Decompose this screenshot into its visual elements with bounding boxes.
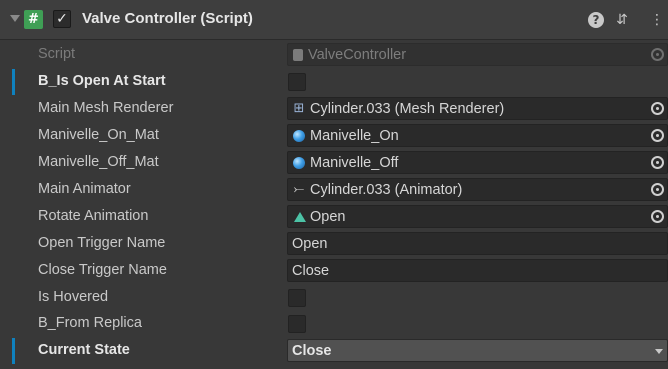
manivelle-off-mat-field[interactable]: Manivelle_Off [287, 151, 668, 174]
b-from-replica-checkbox[interactable] [288, 315, 306, 333]
field-label-open-trigger-name: Open Trigger Name [38, 235, 166, 251]
field-label-main-animator: Main Animator [38, 181, 131, 197]
open-trigger-name-value: Open [292, 236, 328, 252]
script-file-icon [293, 49, 303, 61]
field-label-manivelle-on-mat: Manivelle_On_Mat [38, 127, 159, 143]
override-indicator [12, 69, 15, 95]
object-picker-icon [651, 48, 664, 61]
help-icon[interactable]: ? [588, 12, 604, 28]
object-picker-icon[interactable] [651, 129, 664, 142]
object-picker-icon[interactable] [651, 156, 664, 169]
object-picker-icon[interactable] [651, 102, 664, 115]
field-label-close-trigger-name: Close Trigger Name [38, 262, 167, 278]
field-row-open-trigger-name: Open Trigger Name Open [0, 231, 668, 257]
field-label-main-mesh-renderer: Main Mesh Renderer [38, 100, 174, 116]
current-state-value: Close [292, 343, 332, 359]
animation-clip-icon [294, 212, 306, 222]
b-is-open-at-start-checkbox[interactable] [288, 73, 306, 91]
mesh-renderer-icon: ⊞ [293, 101, 305, 116]
current-state-dropdown[interactable]: Close [287, 339, 668, 362]
presets-icon[interactable]: ⇵ [612, 10, 632, 30]
main-mesh-renderer-field[interactable]: ⊞ Cylinder.033 (Mesh Renderer) [287, 97, 668, 120]
field-label-b-from-replica: B_From Replica [38, 315, 142, 331]
manivelle-on-mat-value: Manivelle_On [310, 128, 399, 144]
main-mesh-renderer-value: Cylinder.033 (Mesh Renderer) [310, 101, 505, 117]
main-animator-value: Cylinder.033 (Animator) [310, 182, 463, 198]
field-row-b-from-replica: B_From Replica [0, 311, 668, 337]
script-field: ValveController [287, 43, 668, 66]
manivelle-off-mat-value: Manivelle_Off [310, 155, 399, 171]
field-row-b-is-open-at-start: B_Is Open At Start [0, 69, 668, 95]
field-label-rotate-animation: Rotate Animation [38, 208, 149, 224]
close-trigger-name-input[interactable]: Close [287, 259, 668, 282]
rotate-animation-value: Open [310, 209, 346, 225]
is-hovered-checkbox[interactable] [288, 289, 306, 307]
animator-icon: ⤚ [293, 182, 305, 197]
field-row-rotate-animation: Rotate Animation Open [0, 204, 668, 230]
object-picker-icon[interactable] [651, 210, 664, 223]
manivelle-on-mat-field[interactable]: Manivelle_On [287, 124, 668, 147]
material-icon [293, 157, 305, 169]
dropdown-arrow-icon [655, 349, 663, 354]
field-row-close-trigger-name: Close Trigger Name Close [0, 258, 668, 284]
field-label-current-state: Current State [38, 342, 130, 358]
field-row-script: Script ValveController [0, 42, 668, 68]
field-row-main-animator: Main Animator ⤚ Cylinder.033 (Animator) [0, 177, 668, 203]
field-row-current-state: Current State Close [0, 338, 668, 364]
open-trigger-name-input[interactable]: Open [287, 232, 668, 255]
override-indicator [12, 338, 15, 364]
close-trigger-name-value: Close [292, 263, 330, 279]
field-row-manivelle-on-mat: Manivelle_On_Mat Manivelle_On [0, 123, 668, 149]
script-field-value: ValveController [308, 47, 407, 63]
component-enabled-checkbox[interactable]: ✓ [53, 10, 71, 28]
field-row-main-mesh-renderer: Main Mesh Renderer ⊞ Cylinder.033 (Mesh … [0, 96, 668, 122]
foldout-arrow-icon[interactable] [10, 15, 20, 22]
component-title: Valve Controller (Script) [82, 10, 253, 27]
field-label-manivelle-off-mat: Manivelle_Off_Mat [38, 154, 159, 170]
object-picker-icon[interactable] [651, 183, 664, 196]
field-label-script: Script [38, 46, 76, 62]
field-label-is-hovered: Is Hovered [38, 289, 109, 305]
main-animator-field[interactable]: ⤚ Cylinder.033 (Animator) [287, 178, 668, 201]
field-row-is-hovered: Is Hovered [0, 285, 668, 311]
rotate-animation-field[interactable]: Open [287, 205, 668, 228]
material-icon [293, 130, 305, 142]
field-row-manivelle-off-mat: Manivelle_Off_Mat Manivelle_Off [0, 150, 668, 176]
script-component-icon: # [24, 10, 43, 29]
component-header[interactable]: # ✓ Valve Controller (Script) ? ⇵ ⋮ [0, 0, 668, 40]
field-label-b-is-open-at-start: B_Is Open At Start [38, 73, 166, 89]
more-options-icon[interactable]: ⋮ [650, 10, 664, 30]
